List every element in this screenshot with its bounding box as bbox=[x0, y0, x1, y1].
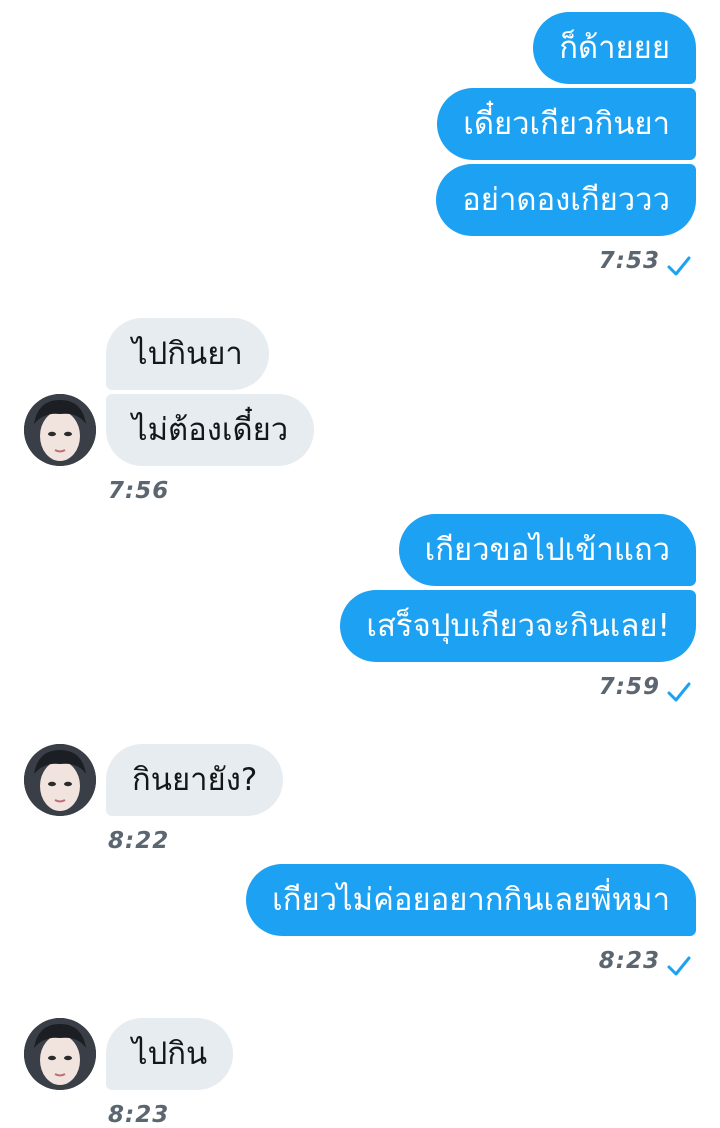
message-text: เกียวไม่ค่อยอยากกินเลยพี่หมา bbox=[272, 881, 670, 918]
message-text: กินยายัง? bbox=[132, 761, 258, 798]
message-text: เกียวขอไปเข้าแถว bbox=[424, 531, 670, 568]
check-icon bbox=[667, 682, 691, 702]
incoming-message[interactable]: ไม่ต้องเดี๋ยว bbox=[106, 394, 315, 466]
message-text: ไปกิน bbox=[132, 1035, 208, 1072]
message-timestamp: 7:56 bbox=[108, 478, 170, 504]
avatar[interactable] bbox=[24, 394, 96, 466]
avatar-image bbox=[24, 394, 96, 466]
avatar[interactable] bbox=[24, 744, 96, 816]
incoming-message[interactable]: ไปกินยา bbox=[106, 318, 269, 390]
outgoing-message[interactable]: ก็ด้ายยย bbox=[533, 12, 696, 84]
message-text: อย่าดองเกียววว bbox=[462, 181, 670, 218]
outgoing-message[interactable]: เดี๋ยวเกียวกินยา bbox=[437, 88, 696, 160]
outgoing-message[interactable]: เสร็จปุบเกียวจะกินเลย! bbox=[340, 590, 696, 662]
outgoing-message[interactable]: อย่าดองเกียววว bbox=[436, 164, 696, 236]
message-text: ไม่ต้องเดี๋ยว bbox=[132, 411, 289, 448]
message-text: ไปกินยา bbox=[132, 335, 243, 372]
avatar-image bbox=[24, 744, 96, 816]
message-timestamp: 8:23 bbox=[598, 948, 660, 974]
message-text: ก็ด้ายยย bbox=[559, 29, 670, 66]
avatar-image bbox=[24, 1018, 96, 1090]
message-timestamp: 8:22 bbox=[108, 828, 170, 854]
message-text: เสร็จปุบเกียวจะกินเลย! bbox=[366, 607, 670, 644]
check-icon bbox=[667, 956, 691, 976]
message-timestamp: 7:59 bbox=[598, 674, 660, 700]
incoming-message[interactable]: ไปกิน bbox=[106, 1018, 234, 1090]
avatar[interactable] bbox=[24, 1018, 96, 1090]
message-text: เดี๋ยวเกียวกินยา bbox=[463, 105, 670, 142]
message-timestamp: 8:23 bbox=[108, 1102, 170, 1128]
outgoing-message[interactable]: เกียวขอไปเข้าแถว bbox=[398, 514, 696, 586]
incoming-message[interactable]: กินยายัง? bbox=[106, 744, 284, 816]
message-timestamp: 7:53 bbox=[598, 248, 660, 274]
check-icon bbox=[667, 256, 691, 276]
outgoing-message[interactable]: เกียวไม่ค่อยอยากกินเลยพี่หมา bbox=[246, 864, 696, 936]
